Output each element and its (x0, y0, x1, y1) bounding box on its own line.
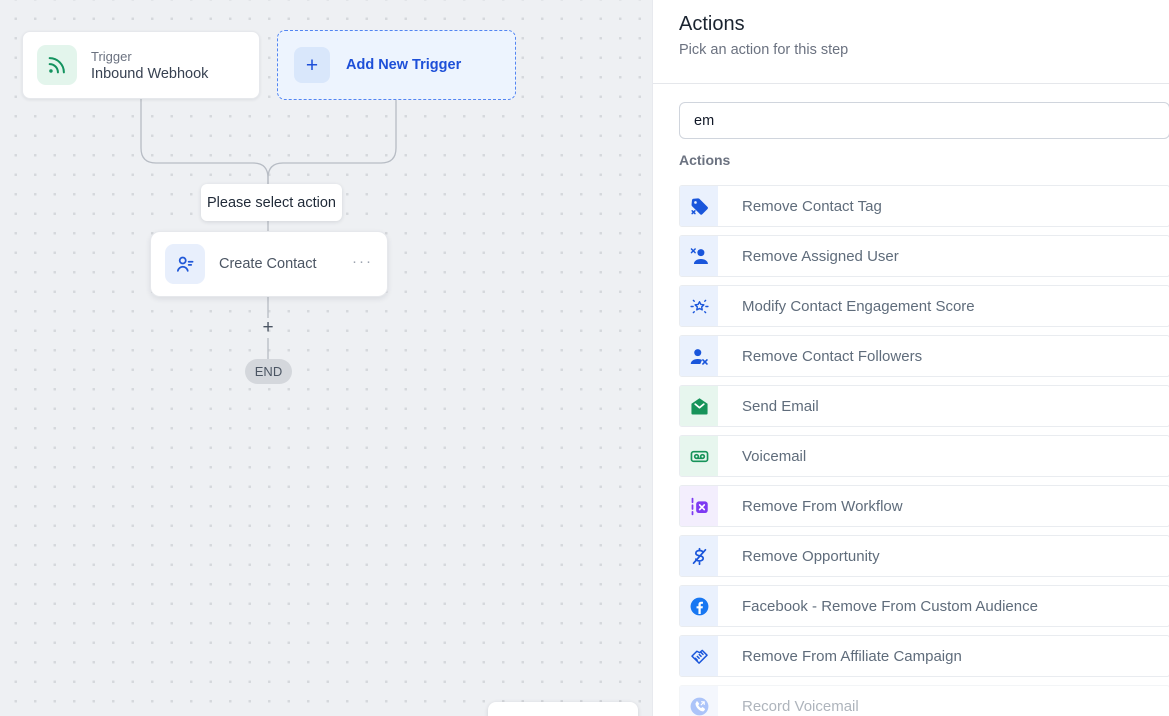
workflow-builder: Trigger Inbound Webhook + Add New Trigge… (0, 0, 1169, 716)
action-label: Modify Contact Engagement Score (718, 286, 975, 326)
facebook-icon (689, 596, 710, 617)
tag-remove-icon (689, 196, 710, 217)
follower-remove-icon (689, 346, 710, 367)
node-label: Create Contact (219, 256, 338, 272)
node-menu-button[interactable]: ··· (352, 254, 373, 275)
action-label: Remove Opportunity (718, 536, 880, 576)
action-label: Facebook - Remove From Custom Audience (718, 586, 1038, 626)
panel-header: Actions Pick an action for this step (653, 0, 1169, 84)
workflow-canvas[interactable]: Trigger Inbound Webhook + Add New Trigge… (0, 0, 652, 716)
connector-lines (0, 0, 652, 716)
action-row-remove-contact-followers[interactable]: Remove Contact Followers (679, 335, 1169, 377)
end-node: END (245, 359, 292, 384)
user-remove-icon (689, 246, 710, 267)
voicemail-icon (689, 446, 710, 467)
select-action-hint: Please select action (201, 184, 342, 221)
affiliate-handshake-icon (689, 646, 710, 667)
actions-panel: Actions Pick an action for this step Act… (652, 0, 1169, 716)
add-new-trigger-label: Add New Trigger (346, 57, 461, 73)
action-row-voicemail[interactable]: Voicemail (679, 435, 1169, 477)
action-row-remove-from-affiliate-campaign[interactable]: Remove From Affiliate Campaign (679, 635, 1169, 677)
action-row-modify-contact-engagement-score[interactable]: Modify Contact Engagement Score (679, 285, 1169, 327)
canvas-toolbar[interactable] (488, 702, 638, 716)
add-action-button[interactable]: + (258, 318, 278, 338)
action-label: Voicemail (718, 436, 806, 476)
action-row-send-email[interactable]: Send Email (679, 385, 1169, 427)
action-label: Remove From Affiliate Campaign (718, 636, 962, 676)
action-label: Remove Assigned User (718, 236, 899, 276)
action-row-remove-contact-tag[interactable]: Remove Contact Tag (679, 185, 1169, 227)
trigger-name-label: Inbound Webhook (91, 66, 208, 82)
panel-title: Actions (679, 13, 1143, 36)
action-label: Send Email (718, 386, 819, 426)
plus-icon: + (294, 47, 330, 83)
engagement-score-icon (689, 296, 710, 317)
action-label: Remove From Workflow (718, 486, 903, 526)
opportunity-remove-icon (689, 546, 710, 567)
action-row-remove-assigned-user[interactable]: Remove Assigned User (679, 235, 1169, 277)
workflow-remove-icon (689, 496, 710, 517)
action-label: Remove Contact Tag (718, 186, 882, 226)
action-list: Remove Contact Tag Remove Assigned User … (679, 185, 1169, 716)
actions-section-label: Actions (679, 152, 1169, 172)
action-label: Record Voicemail (718, 686, 859, 716)
add-new-trigger-button[interactable]: + Add New Trigger (277, 30, 516, 100)
contact-icon (165, 244, 205, 284)
email-icon (689, 396, 710, 417)
action-row-remove-from-workflow[interactable]: Remove From Workflow (679, 485, 1169, 527)
action-row-facebook-remove-from-custom-audience[interactable]: Facebook - Remove From Custom Audience (679, 585, 1169, 627)
webhook-icon (37, 45, 77, 85)
action-search-input[interactable] (679, 102, 1169, 139)
trigger-kind-label: Trigger (91, 49, 208, 64)
create-contact-node[interactable]: Create Contact ··· (150, 231, 388, 297)
trigger-node[interactable]: Trigger Inbound Webhook (22, 31, 260, 99)
action-row-record-voicemail[interactable]: Record Voicemail (679, 685, 1169, 716)
record-voicemail-icon (689, 696, 710, 716)
panel-subtitle: Pick an action for this step (679, 42, 1143, 58)
action-label: Remove Contact Followers (718, 336, 922, 376)
action-row-remove-opportunity[interactable]: Remove Opportunity (679, 535, 1169, 577)
